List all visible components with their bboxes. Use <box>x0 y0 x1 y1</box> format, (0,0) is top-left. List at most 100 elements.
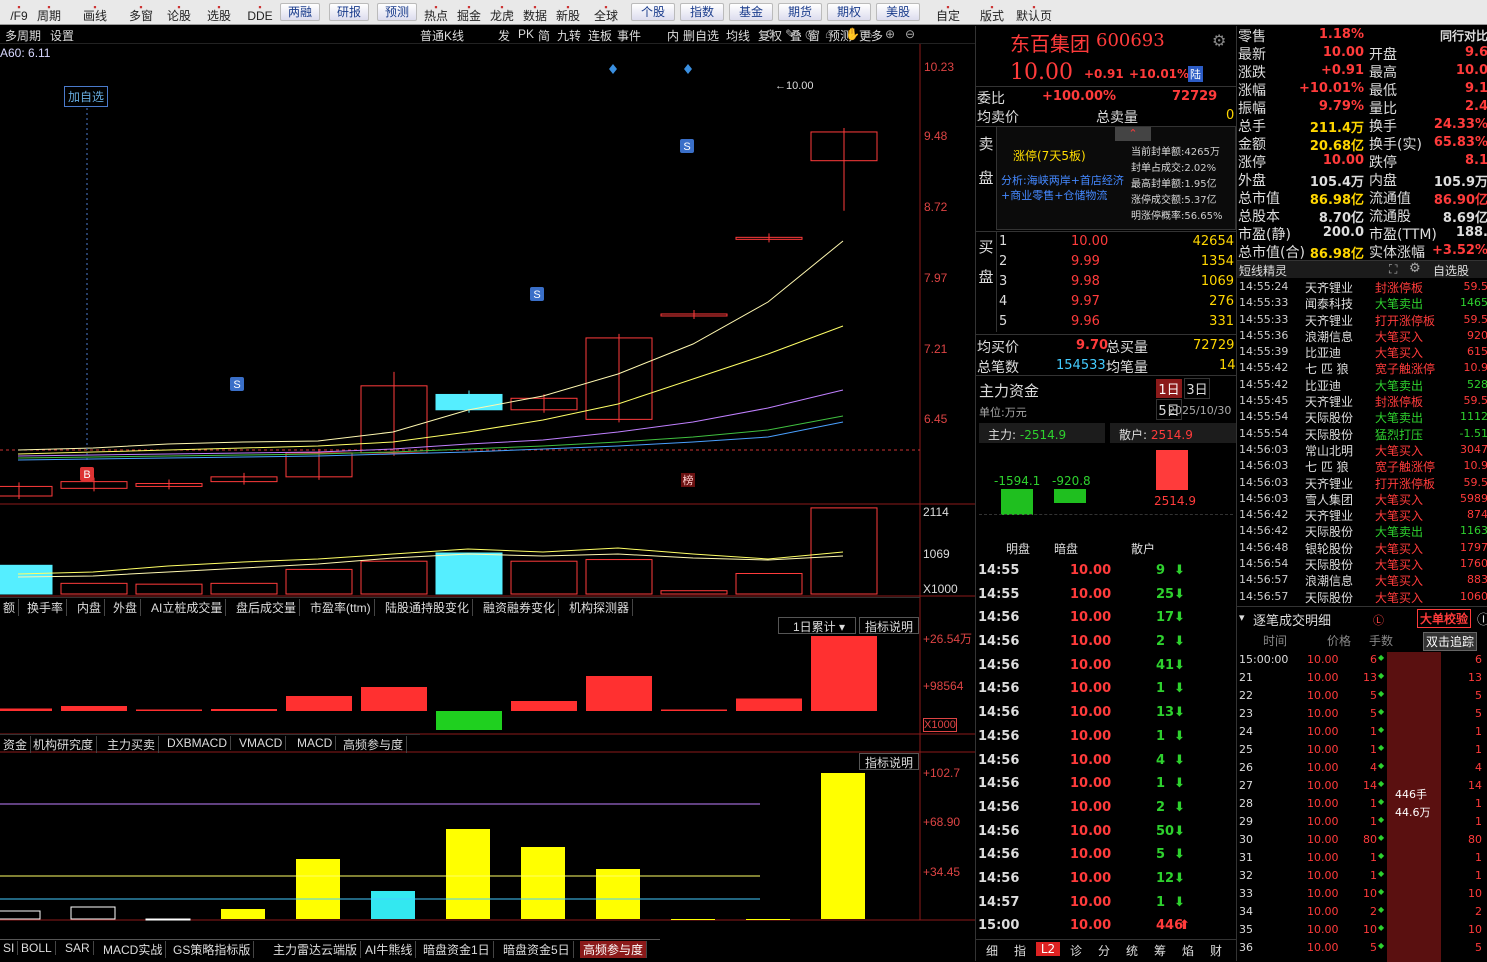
detail-row[interactable]: 29 10.00 1 ◆ 1 <box>1237 812 1487 830</box>
big-order-check-button[interactable]: 大单校验 <box>1417 609 1472 628</box>
tabs3-tab-2[interactable]: SAR <box>62 941 94 955</box>
tabs1-tab-4[interactable]: AI立桩成交量 <box>148 599 227 616</box>
tabs2-tab-5[interactable]: MACD <box>294 736 337 750</box>
screen-icon[interactable]: ⛶ <box>1389 262 1397 277</box>
detail-row[interactable]: 28 10.00 1 ◆ 1 <box>1237 794 1487 812</box>
tabs3-tab-8[interactable]: 暗盘资金5日 <box>500 941 574 958</box>
tick-row[interactable]: 14:56 10.00 17 ⬇ <box>976 607 1236 631</box>
toolbar-right-0[interactable]: ▪ 自定 <box>928 0 968 25</box>
detail-row[interactable]: 23 10.00 5 ◆ 5 <box>1237 704 1487 722</box>
tabs3-tab-5[interactable]: 主力雷达云端版 <box>270 941 362 958</box>
bid-row[interactable]: 1 10.00 42654 <box>997 232 1236 252</box>
tick-row[interactable]: 14:56 10.00 41 ⬇ <box>976 655 1236 679</box>
signal-row[interactable]: 14:55:42 七 匹 狼 宽子触涨停 10.9 <box>1237 360 1487 376</box>
detail-row[interactable]: 22 10.00 5 ◆ 5 <box>1237 686 1487 704</box>
subbar-item-6[interactable]: 九转 <box>557 27 581 44</box>
detail-row[interactable]: 35 10.00 10 ◆ 10 <box>1237 920 1487 938</box>
tool-icon-0[interactable]: ⚙ <box>765 27 776 41</box>
gear-icon[interactable]: ⚙ <box>1212 31 1226 50</box>
tick-row[interactable]: 14:56 10.00 2 ⬇ <box>976 631 1236 655</box>
subbar-item-3[interactable]: 发 <box>498 27 510 44</box>
signal-row[interactable]: 14:55:39 比亚迪 大笔买入 615 <box>1237 344 1487 360</box>
tick-row[interactable]: 14:55 10.00 9 ⬇ <box>976 560 1236 584</box>
subbar-item-11[interactable]: 均线 <box>726 27 750 44</box>
toolbar-chip-0[interactable]: 两融 <box>280 3 320 21</box>
tabs2-tab-4[interactable]: VMACD <box>236 736 287 750</box>
subbar-item-4[interactable]: PK <box>518 27 534 41</box>
tick-row[interactable]: 14:56 10.00 13 ⬇ <box>976 702 1236 726</box>
tabs1-tab-1[interactable]: 换手率 <box>24 599 68 616</box>
signal-row[interactable]: 14:56:03 常山北明 大笔买入 3047 <box>1237 442 1487 458</box>
tick-detail-list[interactable]: 15:00:00 10.00 6 ◆ 6 21 10.00 13 ◆ 13 22 10.00 5 ◆ 5 23… <box>1237 650 1487 961</box>
detail-row[interactable]: 15:00:00 10.00 6 ◆ 6 <box>1237 650 1487 668</box>
tabs2-tab-2[interactable]: 主力买卖 <box>104 736 160 753</box>
event-diamond[interactable] <box>684 64 692 74</box>
signal-row[interactable]: 14:56:03 雪人集团 大笔买入 5989 <box>1237 491 1487 507</box>
tabs2-tab-0[interactable]: 资金 <box>0 736 32 753</box>
tick-row[interactable]: 14:56 10.00 1 ⬇ <box>976 678 1236 702</box>
tabs3-tab-7[interactable]: 暗盘资金1日 <box>420 941 494 958</box>
detail-row[interactable]: 33 10.00 10 ◆ 10 <box>1237 884 1487 902</box>
bottom-tab-8[interactable]: 财 <box>1204 942 1228 959</box>
signal-row[interactable]: 14:55:42 比亚迪 大笔卖出 528 <box>1237 377 1487 393</box>
bottom-tab-7[interactable]: 焰 <box>1176 942 1200 959</box>
subbar-item-5[interactable]: 简 <box>538 27 550 44</box>
subbar-item-0[interactable]: 多周期 <box>5 27 41 44</box>
detail-row[interactable]: 30 10.00 80 ◆ 80 <box>1237 830 1487 848</box>
detail-row[interactable]: 36 10.00 5 ◆ 5 <box>1237 938 1487 956</box>
tool-icon-7[interactable]: ⊖ <box>905 27 915 41</box>
funds-tab-0[interactable]: 1日 <box>1156 379 1182 398</box>
tick-row[interactable]: 14:57 10.00 1 ⬇ <box>976 892 1236 916</box>
funds-tab-1[interactable]: 3日 <box>1184 378 1210 399</box>
tick-row[interactable]: 14:56 10.00 1 ⬇ <box>976 773 1236 797</box>
collapse-icon[interactable]: ⌃ <box>1115 127 1151 141</box>
tabs2-tab-6[interactable]: 高频参与度 <box>340 736 408 753</box>
bottom-tab-0[interactable]: 细 <box>980 942 1004 959</box>
subbar-item-10[interactable]: 删自选 <box>683 27 719 44</box>
detail-row[interactable]: 24 10.00 1 ◆ 1 <box>1237 722 1487 740</box>
detail-row[interactable]: 25 10.00 1 ◆ 1 <box>1237 740 1487 758</box>
tabs1-tab-0[interactable]: 额 <box>0 599 20 616</box>
toolbar-chip-1[interactable]: 研报 <box>329 3 369 21</box>
tick-row[interactable]: 15:00 10.00 446 ⬆ <box>976 915 1236 939</box>
toolbar-item-6[interactable]: ▪ DDE <box>243 0 277 25</box>
tabs1-tab-3[interactable]: 外盘 <box>110 599 142 616</box>
tabs1-tab-5[interactable]: 盘后成交量 <box>233 599 301 616</box>
tick-row[interactable]: 14:56 10.00 5 ⬇ <box>976 844 1236 868</box>
bottom-tab-1[interactable]: 指 <box>1008 942 1032 959</box>
bid-row[interactable]: 2 9.99 1354 <box>997 252 1236 272</box>
tabs3-tab-4[interactable]: GS策略指标版 <box>170 941 255 958</box>
subbar-item-8[interactable]: 事件 <box>617 27 641 44</box>
tick-row[interactable]: 14:56 10.00 4 ⬇ <box>976 750 1236 774</box>
tabs2-tab-3[interactable]: DXBMACD <box>164 736 232 750</box>
signal-row[interactable]: 14:55:33 闻泰科技 大笔卖出 1465 <box>1237 295 1487 311</box>
range-dropdown[interactable]: 1日累计 ▾ <box>778 617 856 634</box>
toolbar-mkt-3[interactable]: ▪ 数据 <box>519 0 551 25</box>
signal-row[interactable]: 14:55:33 天齐锂业 打开涨停板 59.5 <box>1237 312 1487 328</box>
toolbar-item-0[interactable]: ▪/F9 <box>2 0 36 25</box>
toolbar-btn-0[interactable]: 个股 <box>631 3 675 21</box>
tabs3-tab-3[interactable]: MACD实战 <box>100 941 167 958</box>
detail-row[interactable]: 32 10.00 1 ◆ 1 <box>1237 866 1487 884</box>
event-diamond[interactable] <box>609 64 617 74</box>
bid-row[interactable]: 5 9.96 331 <box>997 312 1236 332</box>
signal-row[interactable]: 14:56:48 银轮股份 大笔买入 1797 <box>1237 540 1487 556</box>
detail-row[interactable]: 34 10.00 2 ◆ 2 <box>1237 902 1487 920</box>
tabs1-tab-7[interactable]: 陆股通持股变化 <box>382 599 474 616</box>
signal-row[interactable]: 14:56:42 天际股份 大笔卖出 1163 <box>1237 523 1487 539</box>
toolbar-btn-5[interactable]: 美股 <box>876 3 920 21</box>
subbar-item-9[interactable]: 内 <box>667 27 679 44</box>
bid-row[interactable]: 3 9.98 1069 <box>997 272 1236 292</box>
toolbar-item-4[interactable]: ▪ 论股 <box>162 0 196 25</box>
toolbar-mkt-4[interactable]: ▪ 新股 <box>552 0 584 25</box>
pause-icon[interactable]: Ⓘ <box>1477 609 1487 628</box>
chart-area[interactable]: S S S B 榜 ←10.00 <box>0 44 975 959</box>
tool-icon-2[interactable]: ◎ <box>805 27 815 41</box>
tabs3-tab-0[interactable]: SI <box>0 941 19 955</box>
tick-row[interactable]: 14:55 10.00 25 ⬇ <box>976 584 1236 608</box>
toolbar-btn-4[interactable]: 期权 <box>827 3 871 21</box>
tick-row[interactable]: 14:56 10.00 50 ⬇ <box>976 821 1236 845</box>
short-line-list[interactable]: 14:55:24 天齐锂业 封涨停板 59.5 14:55:33 闻泰科技 大笔卖出 1465… <box>1237 279 1487 605</box>
signal-row[interactable]: 14:55:45 天齐锂业 封涨停板 59.5 <box>1237 393 1487 409</box>
detail-row[interactable]: 21 10.00 13 ◆ 13 <box>1237 668 1487 686</box>
